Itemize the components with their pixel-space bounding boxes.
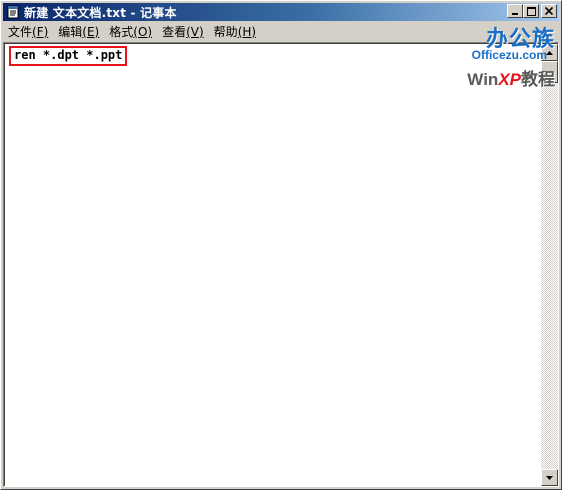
watermark-win: Win (467, 70, 499, 89)
menu-edit-accel: (E) (82, 24, 100, 39)
menu-file[interactable]: 文件 (F) (3, 23, 53, 40)
notepad-icon[interactable] (6, 5, 20, 19)
menu-view[interactable]: 查看 (V) (157, 23, 209, 40)
watermark-brand-en: Officezu.com (471, 48, 547, 62)
arrow-down-icon (546, 475, 553, 480)
menu-file-accel: (F) (32, 24, 49, 39)
scroll-down-button[interactable] (541, 469, 558, 486)
menu-view-label: 查看 (162, 25, 187, 39)
menu-format[interactable]: 格式 (O) (104, 23, 157, 40)
menu-file-label: 文件 (8, 25, 33, 39)
minimize-icon (512, 13, 518, 15)
minimize-button[interactable] (507, 4, 523, 18)
menu-edit[interactable]: 编辑 (E) (53, 23, 104, 40)
close-button[interactable] (541, 4, 557, 18)
window-title: 新建 文本文档.txt - 记事本 (24, 5, 177, 20)
watermark-logo: 办公族 Officezu.com WinXP教程 (455, 21, 557, 91)
watermark-winxp: WinXP教程 (467, 65, 555, 90)
title-buttons (507, 4, 557, 18)
maximize-button[interactable] (523, 4, 539, 18)
watermark-tutorial: 教程 (521, 70, 555, 89)
menu-format-label: 格式 (109, 25, 134, 39)
notepad-window: 新建 文本文档.txt - 记事本 文件 (F) 编辑 (E) 格式 (O) 查看 (V… (0, 0, 562, 490)
title-bar[interactable]: 新建 文本文档.txt - 记事本 (3, 3, 559, 21)
menu-format-accel: (O) (133, 24, 153, 39)
vertical-scrollbar[interactable] (541, 44, 558, 486)
menu-help-accel: (H) (237, 24, 257, 39)
menu-edit-label: 编辑 (58, 25, 83, 39)
editor-inner: ren *.dpt *.ppt (4, 43, 558, 486)
text-area[interactable]: ren *.dpt *.ppt (5, 44, 541, 486)
close-icon (545, 7, 553, 15)
command-text: ren *.dpt *.ppt (9, 46, 128, 66)
menu-help[interactable]: 帮助 (H) (209, 23, 261, 40)
menu-help-label: 帮助 (213, 25, 238, 39)
watermark-xp: XP (498, 70, 521, 89)
menu-view-accel: (V) (186, 24, 204, 39)
editor-frame: ren *.dpt *.ppt (3, 42, 559, 487)
maximize-icon (526, 6, 536, 16)
